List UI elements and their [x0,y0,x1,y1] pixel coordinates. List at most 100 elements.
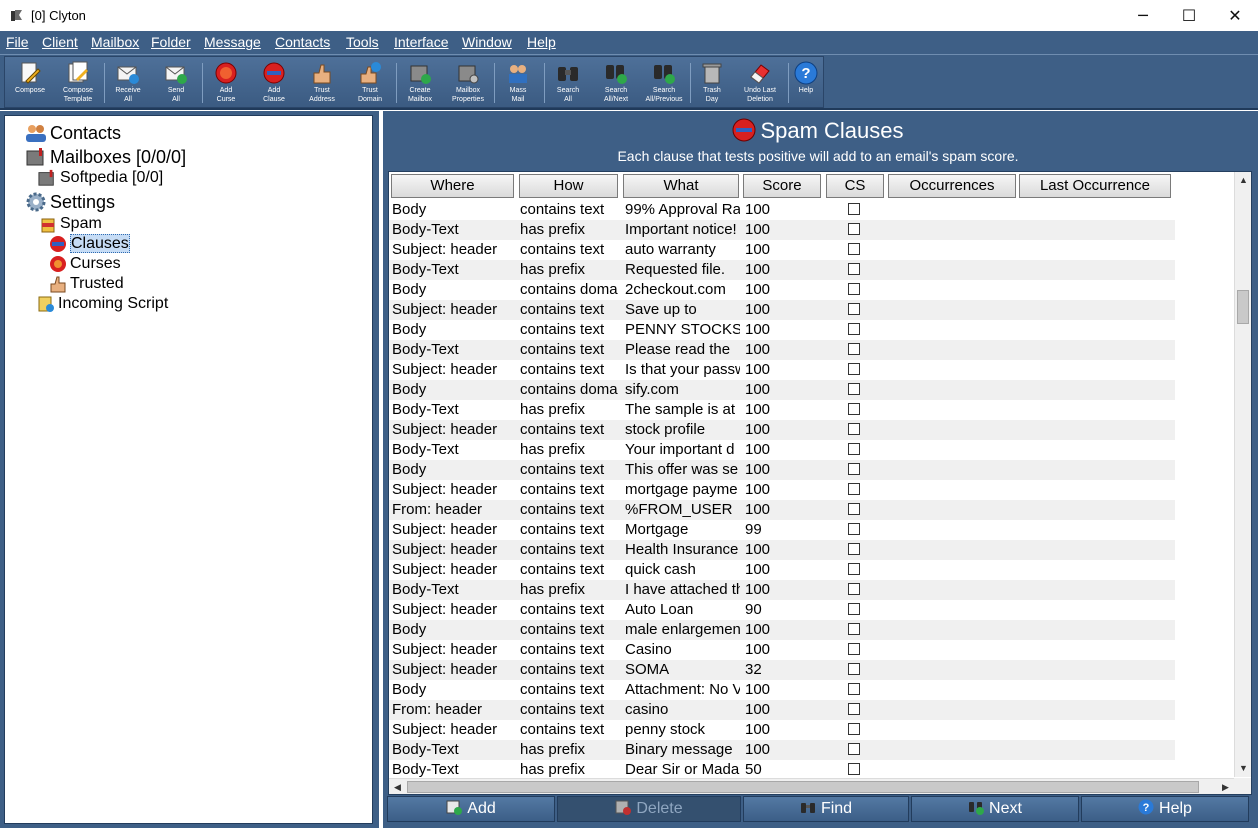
tree-item-incoming-script[interactable]: Incoming Script [37,295,168,313]
create-mailbox-button[interactable]: Create Mailbox [396,59,444,109]
search-all-previous-button[interactable]: Search All/Previous [640,59,688,109]
next-button[interactable]: Next [911,796,1079,822]
table-row[interactable]: Body contains doma sify.com 100 [389,380,1175,400]
case-sensitive-checkbox[interactable] [848,563,860,575]
case-sensitive-checkbox[interactable] [848,483,860,495]
case-sensitive-checkbox[interactable] [848,543,860,555]
column-header-occurrences[interactable]: Occurrences [888,174,1016,198]
table-row[interactable]: Body contains text 99% Approval Ra 100 [389,200,1175,220]
search-all-next-button[interactable]: Search All/Next [592,59,640,109]
table-row[interactable]: Subject: header contains text mortgage pay… [389,480,1175,500]
menu-tools[interactable]: Tools [346,34,379,50]
table-row[interactable]: Subject: header contains text Casino 100 [389,640,1175,660]
table-row[interactable]: Subject: header contains text stock profil… [389,420,1175,440]
menu-contacts[interactable]: Contacts [275,34,330,50]
table-row[interactable]: Body contains doma 2checkout.com 100 [389,280,1175,300]
mass-mail-button[interactable]: Mass Mail [494,59,542,109]
case-sensitive-checkbox[interactable] [848,523,860,535]
case-sensitive-checkbox[interactable] [848,463,860,475]
menu-file[interactable]: File [6,34,29,50]
tree-item-spam[interactable]: Spam [39,215,102,233]
case-sensitive-checkbox[interactable] [848,723,860,735]
mailbox-properties-button[interactable]: Mailbox Properties [444,59,492,109]
scroll-up-arrow-icon[interactable]: ▲ [1235,172,1251,189]
case-sensitive-checkbox[interactable] [848,403,860,415]
table-row[interactable]: Subject: header contains text Save up to 10… [389,300,1175,320]
table-row[interactable]: Body contains text Attachment: No V 100 [389,680,1175,700]
case-sensitive-checkbox[interactable] [848,663,860,675]
table-row[interactable]: Body-Text has prefix I have attached th 100 [389,580,1175,600]
horizontal-scrollbar[interactable]: ◀ ▶ [389,778,1234,794]
menu-window[interactable]: Window [462,34,512,50]
menu-client[interactable]: Client [42,34,78,50]
table-row[interactable]: Subject: header contains text Health Insur… [389,540,1175,560]
column-header-what[interactable]: What [623,174,739,198]
vertical-scrollbar[interactable]: ▲ ▼ [1234,172,1251,777]
receive-all-button[interactable]: Receive All [104,59,152,109]
column-header-cs[interactable]: CS [826,174,884,198]
table-row[interactable]: Body contains text PENNY STOCKS 100 [389,320,1175,340]
case-sensitive-checkbox[interactable] [848,443,860,455]
vertical-scroll-thumb[interactable] [1237,290,1249,324]
table-row[interactable]: Subject: header contains text penny stock 1… [389,720,1175,740]
case-sensitive-checkbox[interactable] [848,583,860,595]
tree-item-contacts[interactable]: Contacts [25,122,121,144]
case-sensitive-checkbox[interactable] [848,743,860,755]
table-row[interactable]: Body-Text has prefix Binary message 100 [389,740,1175,760]
find-button[interactable]: Find [743,796,909,822]
case-sensitive-checkbox[interactable] [848,303,860,315]
trust-address-button[interactable]: Trust Address [298,59,346,109]
scroll-left-arrow-icon[interactable]: ◀ [389,779,406,794]
maximize-button[interactable]: ☐ [1166,0,1212,31]
column-header-where[interactable]: Where [391,174,514,198]
compose-template-button[interactable]: Compose Template [54,59,102,109]
close-button[interactable]: ✕ [1212,0,1258,31]
send-all-button[interactable]: Send All [152,59,200,109]
add-button[interactable]: Add [387,796,555,822]
help-button[interactable]: ? Help [1081,796,1249,822]
case-sensitive-checkbox[interactable] [848,623,860,635]
case-sensitive-checkbox[interactable] [848,603,860,615]
case-sensitive-checkbox[interactable] [848,323,860,335]
case-sensitive-checkbox[interactable] [848,503,860,515]
table-row[interactable]: Subject: header contains text quick cash 10… [389,560,1175,580]
table-row[interactable]: Body contains text This offer was se 100 [389,460,1175,480]
add-curse-button[interactable]: Add Curse [202,59,250,109]
case-sensitive-checkbox[interactable] [848,423,860,435]
tree-item-softpedia[interactable]: Softpedia [0/0] [37,169,163,187]
table-row[interactable]: Subject: header contains text SOMA 32 [389,660,1175,680]
trash-day-button[interactable]: Trash Day [688,59,736,109]
compose-button[interactable]: Compose [6,59,54,109]
table-row[interactable]: Subject: header contains text Is that your… [389,360,1175,380]
table-row[interactable]: From: header contains text casino 100 [389,700,1175,720]
tree-item-trusted[interactable]: Trusted [49,275,124,293]
case-sensitive-checkbox[interactable] [848,343,860,355]
case-sensitive-checkbox[interactable] [848,703,860,715]
tree-item-mailboxes[interactable]: Mailboxes [0/0/0] [25,146,186,168]
menu-interface[interactable]: Interface [394,34,448,50]
case-sensitive-checkbox[interactable] [848,223,860,235]
table-row[interactable]: Body-Text has prefix Dear Sir or Mada 50 [389,760,1175,780]
tree-item-clauses[interactable]: Clauses [49,234,130,253]
table-row[interactable]: Body-Text has prefix The sample is at 100 [389,400,1175,420]
add-clause-button[interactable]: Add Clause [250,59,298,109]
minimize-button[interactable]: ─ [1120,0,1166,31]
table-row[interactable]: Body-Text has prefix Your important d 100 [389,440,1175,460]
table-row[interactable]: Subject: header contains text Mortgage 99 [389,520,1175,540]
case-sensitive-checkbox[interactable] [848,763,860,775]
case-sensitive-checkbox[interactable] [848,643,860,655]
table-row[interactable]: Body-Text contains text Please read the 100 [389,340,1175,360]
case-sensitive-checkbox[interactable] [848,243,860,255]
search-all-button[interactable]: Search All [544,59,592,109]
case-sensitive-checkbox[interactable] [848,363,860,375]
horizontal-scroll-thumb[interactable] [407,781,1199,793]
help-toolbar-button[interactable]: ? Help [782,59,830,109]
column-header-last-occurrence[interactable]: Last Occurrence [1019,174,1171,198]
menu-help[interactable]: Help [527,34,556,50]
column-header-score[interactable]: Score [743,174,821,198]
tree-item-curses[interactable]: Curses [49,255,121,273]
table-row[interactable]: Body-Text has prefix Important notice! 100 [389,220,1175,240]
menu-folder[interactable]: Folder [151,34,191,50]
undo-last-deletion-button[interactable]: Undo Last Deletion [736,59,784,109]
menu-mailbox[interactable]: Mailbox [91,34,139,50]
